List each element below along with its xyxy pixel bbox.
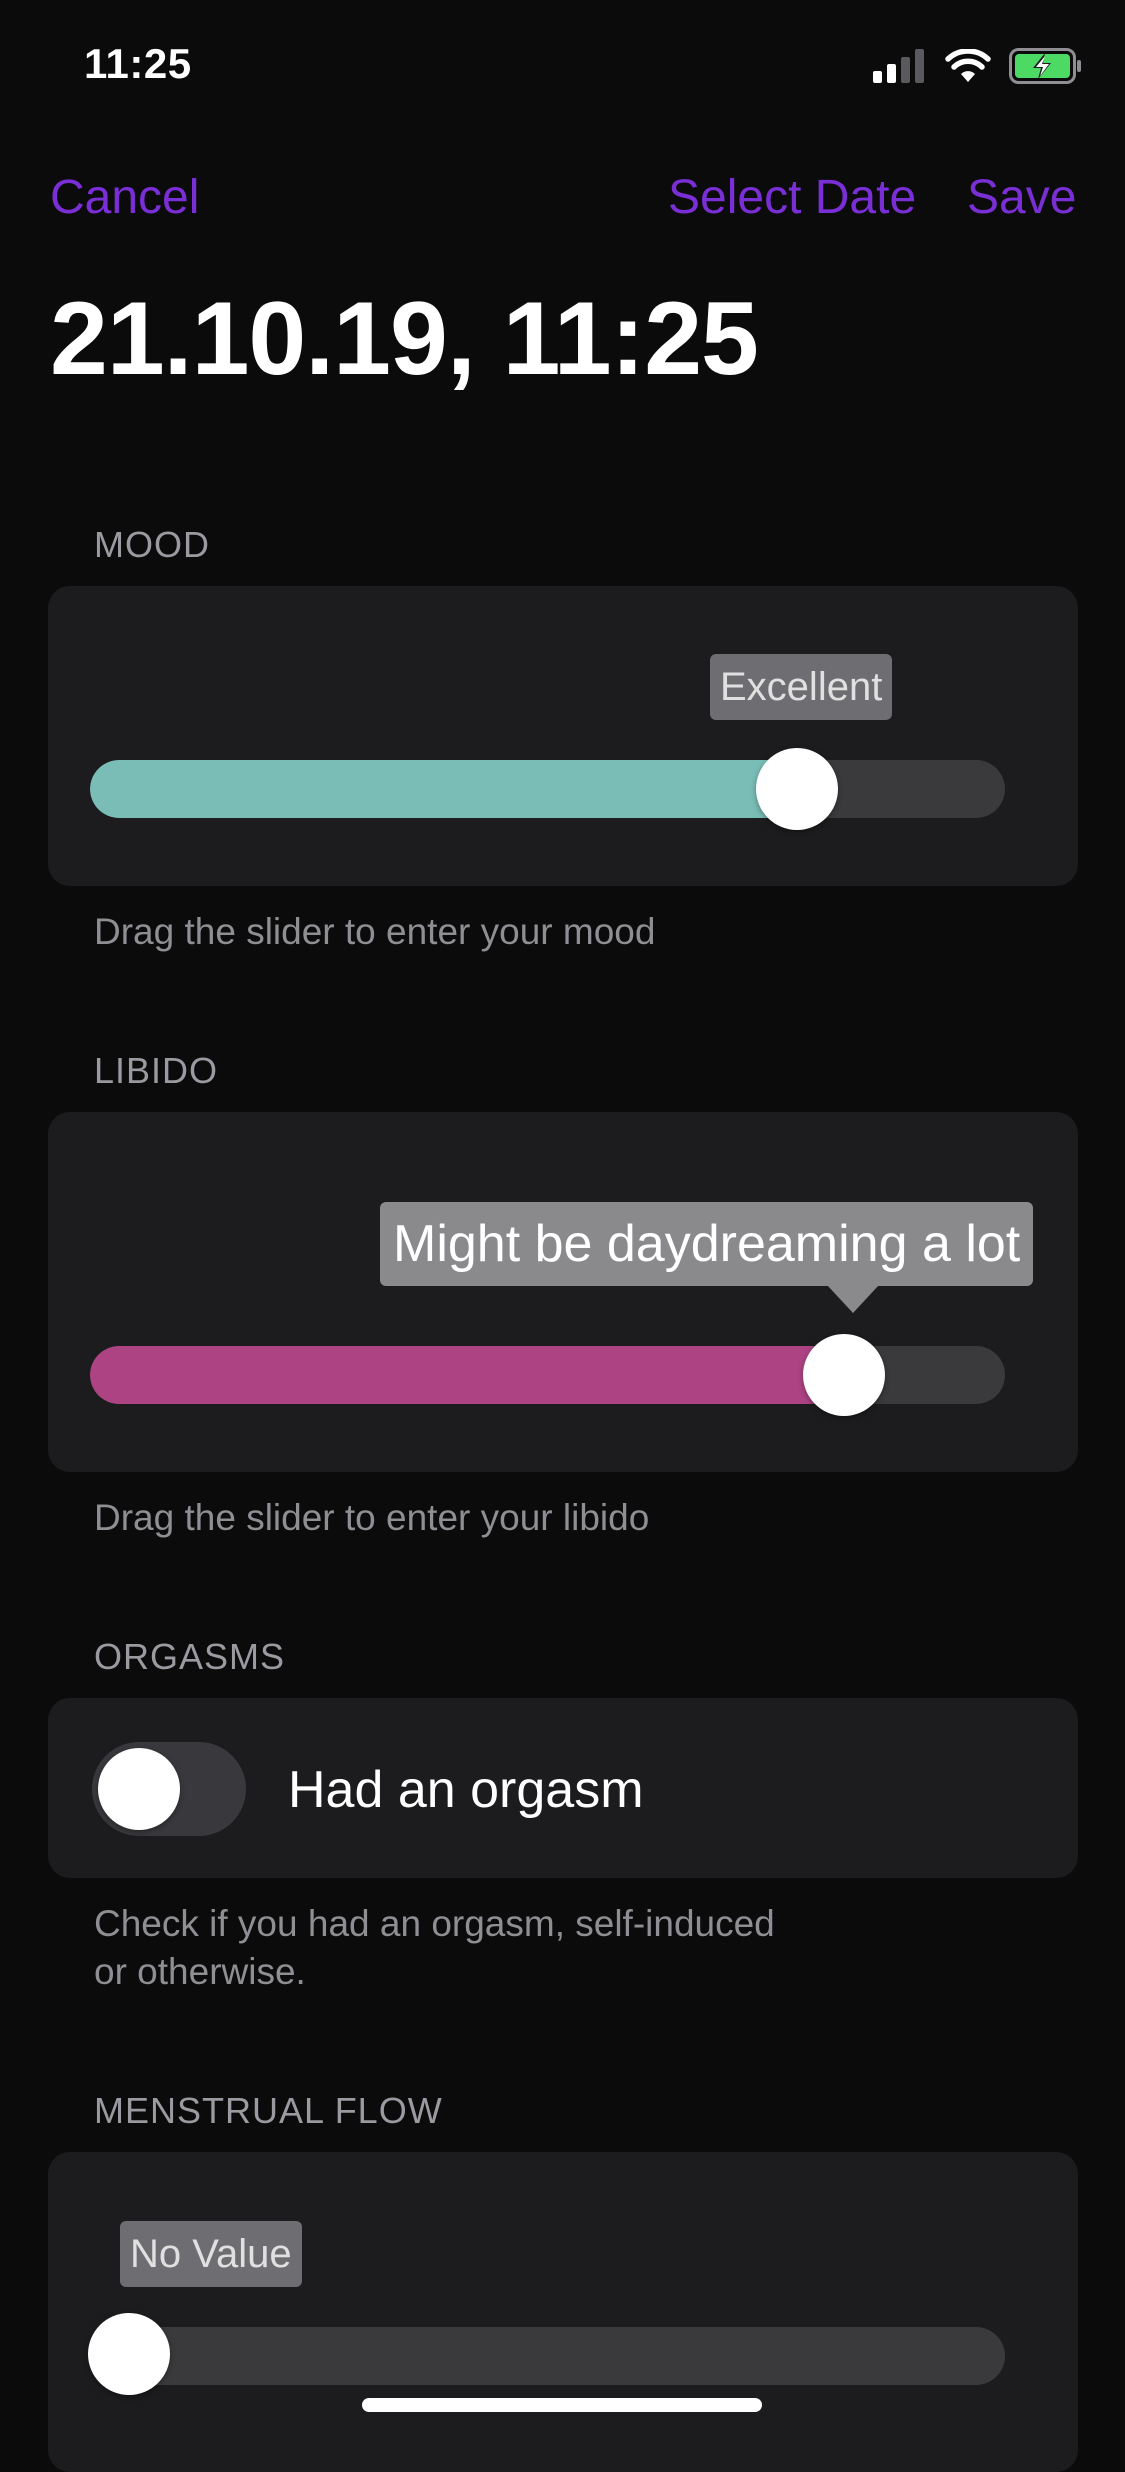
mood-card (48, 586, 1078, 886)
menstrual-flow-value-tooltip: No Value (120, 2221, 302, 2287)
menstrual-flow-slider-track[interactable] (90, 2327, 1005, 2385)
libido-slider-fill (90, 1346, 841, 1404)
orgasm-toggle-knob (98, 1748, 180, 1830)
cellular-signal-icon (873, 49, 927, 88)
libido-helper-text: Drag the slider to enter your libido (94, 1497, 650, 1538)
menstrual-flow-slider-thumb[interactable] (88, 2313, 170, 2395)
mood-slider-track[interactable] (90, 760, 1005, 818)
libido-value-tooltip: Might be daydreaming a lot (380, 1202, 1034, 1286)
wifi-icon (945, 48, 991, 88)
orgasm-toggle-label: Had an orgasm (288, 1761, 644, 1819)
menstrual-flow-section-header: MENSTRUAL FLOW (94, 2090, 443, 2131)
home-indicator (362, 2398, 762, 2412)
mood-slider-thumb[interactable] (756, 748, 838, 830)
save-button[interactable]: Save (967, 170, 1076, 225)
orgasms-helper-line-1: Check if you had an orgasm, self-induced (94, 1903, 775, 1944)
orgasms-helper-text: Check if you had an orgasm, self-induced… (94, 1900, 775, 1996)
libido-tooltip-arrow (827, 1285, 879, 1313)
orgasms-helper-line-2: or otherwise. (94, 1951, 306, 1992)
battery-charging-icon (1009, 48, 1083, 89)
select-date-button[interactable]: Select Date (668, 170, 916, 225)
cancel-button[interactable]: Cancel (50, 170, 199, 225)
libido-card (48, 1112, 1078, 1472)
orgasm-toggle[interactable] (92, 1742, 246, 1836)
page-title: 21.10.19, 11:25 (50, 281, 759, 397)
menstrual-flow-card (48, 2152, 1078, 2472)
mood-helper-text: Drag the slider to enter your mood (94, 911, 656, 952)
mood-slider-fill (90, 760, 795, 818)
libido-section-header: LIBIDO (94, 1050, 219, 1091)
mood-section-header: MOOD (94, 524, 210, 565)
status-bar-time: 11:25 (84, 40, 192, 87)
libido-slider-thumb[interactable] (803, 1334, 885, 1416)
orgasms-section-header: ORGASMS (94, 1636, 286, 1677)
status-bar-icons (873, 48, 1083, 89)
mood-value-tooltip: Excellent (710, 654, 893, 720)
